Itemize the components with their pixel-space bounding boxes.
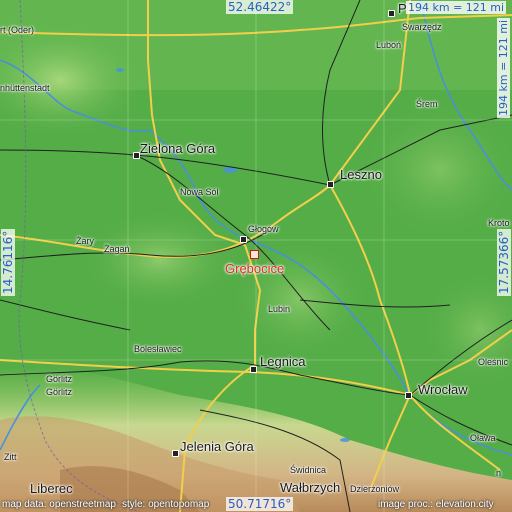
attribution-style: style: opentopomap <box>122 499 210 510</box>
place-boleslawiec: Bolesławiec <box>134 344 182 354</box>
target-marker[interactable] <box>250 250 259 259</box>
place-zielona-gora: Zielona Góra <box>140 141 216 156</box>
scale-vertical: 194 km = 121 mi <box>497 17 510 118</box>
place-swarzedz: Swarzędz <box>402 22 442 32</box>
place-gorlitz-1: Görlitz <box>46 374 73 384</box>
place-leszno: Leszno <box>340 167 382 182</box>
place-swidnica: Świdnica <box>290 465 327 475</box>
longitude-right: 17.57366° <box>497 228 511 296</box>
place-nowa-sol: Nowa Sól <box>180 187 219 197</box>
attribution-map-data: map data: openstreetmap <box>2 499 116 510</box>
place-olesnica: Oleśnic <box>478 357 509 367</box>
latitude-top: 52.46422° <box>226 0 294 14</box>
city-dot-glogow <box>240 236 247 243</box>
place-krotoszyn: Kroto <box>488 218 510 228</box>
city-dot-leszno <box>327 181 334 188</box>
city-dot-wroclaw <box>405 392 412 399</box>
scale-horizontal: 194 km = 121 mi <box>406 1 507 14</box>
place-walbrzych: Wałbrzych <box>280 480 341 495</box>
place-zagan: Żagań <box>104 244 130 254</box>
city-dot-zielona-gora <box>133 152 140 159</box>
place-jelenia-gora: Jelenia Góra <box>180 439 254 454</box>
city-dot-poznan <box>388 10 395 17</box>
place-poznan-partial: P <box>398 1 407 16</box>
place-srem: Śrem <box>416 99 438 109</box>
city-dot-legnica <box>250 366 257 373</box>
place-gorlitz-2: Görlitz <box>46 387 73 397</box>
longitude-left: 14.76116° <box>1 228 15 296</box>
place-lubon: Luboń <box>376 40 402 50</box>
latitude-bottom: 50.71716° <box>226 497 294 511</box>
place-dzierzoniow: Dzierżoniów <box>350 484 400 494</box>
place-legnica: Legnica <box>260 354 306 369</box>
place-eisenhuttenstadt: nhüttenstadt <box>0 83 50 93</box>
target-label[interactable]: Grębocice <box>225 262 284 276</box>
place-liberec: Liberec <box>30 481 73 496</box>
place-glogow: Głogów <box>248 224 279 234</box>
city-dot-jelenia-gora <box>172 450 179 457</box>
place-zary: Żary <box>76 236 94 246</box>
map-canvas[interactable]: 52.46422° 50.71716° 14.76116° 17.57366° … <box>0 0 512 512</box>
place-olawa: Oława <box>470 433 496 443</box>
place-zittau: Zitt <box>4 452 17 462</box>
place-frankfurt-oder: rt (Oder) <box>0 25 35 35</box>
place-lubin: Lubin <box>268 304 291 314</box>
place-nysa-partial: n <box>496 468 502 478</box>
attribution-image-proc: image proc.: elevation.city <box>378 499 494 510</box>
place-wroclaw: Wrocław <box>418 382 468 397</box>
